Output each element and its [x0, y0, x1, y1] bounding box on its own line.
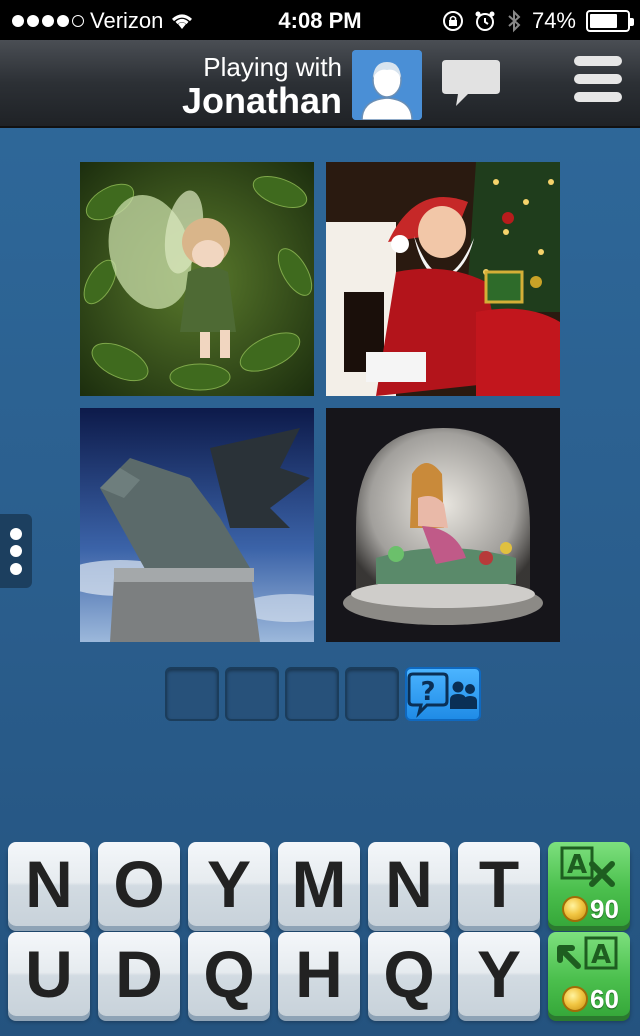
letter-tile[interactable]: Y [458, 932, 540, 1016]
letter-tile[interactable]: T [458, 842, 540, 926]
letter-tile[interactable]: Q [368, 932, 450, 1016]
reveal-letter-cost: 60 [590, 984, 619, 1014]
nav-bar: Playing with Jonathan [0, 40, 640, 128]
svg-text:A: A [591, 940, 611, 970]
playing-with-label: Playing with [203, 52, 342, 82]
photo-dragon[interactable] [80, 408, 314, 642]
reveal-letter-button[interactable]: A 60 [548, 932, 630, 1016]
status-bar: Verizon 4:08 PM 74% [0, 0, 640, 40]
letter-tile[interactable]: D [98, 932, 180, 1016]
battery-icon [586, 10, 634, 32]
photo-santa[interactable] [326, 162, 560, 396]
bluetooth-icon [508, 9, 521, 33]
letter-tile[interactable]: M [278, 842, 360, 926]
hamburger-menu-icon[interactable] [574, 56, 622, 110]
answer-slot-4[interactable] [345, 667, 399, 721]
answer-slot-1[interactable] [165, 667, 219, 721]
letter-tile[interactable]: U [8, 932, 90, 1016]
opponent-name: Jonathan [181, 80, 342, 121]
letter-tile[interactable]: N [8, 842, 90, 926]
opponent-avatar[interactable] [352, 50, 422, 120]
letter-tile[interactable]: Y [188, 842, 270, 926]
default-avatar-icon [352, 50, 422, 120]
svg-text:?: ? [420, 677, 435, 707]
svg-text:A: A [567, 850, 587, 880]
coin-icon [562, 986, 588, 1012]
ask-friends-icon: ? [407, 672, 477, 718]
photo-mermaid-snowglobe[interactable] [326, 408, 560, 642]
answer-slot-3[interactable] [285, 667, 339, 721]
battery-percent: 74% [531, 8, 576, 33]
answer-slot-2[interactable] [225, 667, 279, 721]
alarm-icon [475, 11, 495, 31]
remove-letters-cost: 90 [590, 894, 619, 924]
photo-fairy[interactable] [80, 162, 314, 396]
letter-tile[interactable]: O [98, 842, 180, 926]
ask-friends-button[interactable]: ? [405, 667, 481, 721]
letter-tile[interactable]: N [368, 842, 450, 926]
rotation-lock-icon [442, 11, 463, 31]
side-drawer-handle[interactable] [0, 514, 32, 588]
coin-icon [562, 896, 588, 922]
chat-bubble-icon[interactable] [440, 56, 502, 110]
letter-tile[interactable]: H [278, 932, 360, 1016]
reveal-letter-icon: A [557, 936, 618, 970]
remove-letters-button[interactable]: A 90 [548, 842, 630, 926]
remove-letters-icon: A [560, 846, 615, 887]
letter-tile[interactable]: Q [188, 932, 270, 1016]
